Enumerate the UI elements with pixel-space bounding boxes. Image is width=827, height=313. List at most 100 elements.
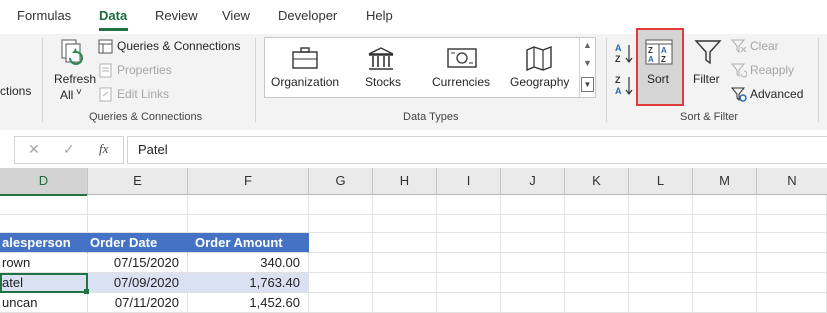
empty-cell[interactable]	[373, 215, 437, 233]
empty-cell[interactable]	[629, 253, 693, 273]
more-icon[interactable]: ▼	[581, 77, 594, 92]
column-header-n[interactable]: N	[757, 168, 827, 195]
chevron-down-icon[interactable]: ▼	[583, 58, 592, 68]
empty-cell[interactable]	[501, 215, 565, 233]
ribbon-truncated-label[interactable]: ctions	[0, 84, 31, 98]
sort-z-to-a-button[interactable]: Z A	[614, 74, 634, 96]
empty-cell[interactable]	[757, 273, 827, 293]
table-cell[interactable]: 1,452.60	[188, 293, 309, 313]
currencies-button[interactable]: Currencies	[427, 42, 497, 92]
empty-cell[interactable]	[501, 293, 565, 313]
tab-data[interactable]: Data	[99, 8, 127, 23]
empty-cell[interactable]	[437, 253, 501, 273]
empty-cell[interactable]	[0, 215, 88, 233]
sort-a-to-z-button[interactable]: A Z	[614, 42, 634, 64]
chevron-up-icon[interactable]: ▲	[583, 40, 592, 50]
empty-cell[interactable]	[188, 195, 309, 215]
tab-developer[interactable]: Developer	[278, 8, 337, 23]
properties-button[interactable]: Properties	[98, 62, 188, 80]
empty-cell[interactable]	[309, 215, 373, 233]
table-cell[interactable]: 07/15/2020	[88, 253, 188, 273]
empty-cell[interactable]	[437, 195, 501, 215]
empty-cell[interactable]	[629, 195, 693, 215]
table-cell[interactable]: 340.00	[188, 253, 309, 273]
empty-cell[interactable]	[757, 195, 827, 215]
insert-function-icon[interactable]: fx	[99, 141, 108, 157]
table-cell[interactable]: rown	[0, 253, 88, 273]
column-header-f[interactable]: F	[188, 168, 309, 195]
column-header-k[interactable]: K	[565, 168, 629, 195]
empty-cell[interactable]	[501, 195, 565, 215]
organization-button[interactable]: Organization	[269, 42, 343, 92]
table-header-salesperson[interactable]: alesperson	[0, 233, 88, 253]
empty-cell[interactable]	[373, 253, 437, 273]
empty-cell[interactable]	[565, 215, 629, 233]
queries-connections-button[interactable]: Queries & Connections	[98, 38, 244, 56]
column-header-h[interactable]: H	[373, 168, 437, 195]
empty-cell[interactable]	[188, 215, 309, 233]
table-header-order-amount[interactable]: Order Amount	[188, 233, 309, 253]
empty-cell[interactable]	[437, 273, 501, 293]
empty-cell[interactable]	[501, 273, 565, 293]
empty-cell[interactable]	[565, 195, 629, 215]
empty-cell[interactable]	[373, 233, 437, 253]
empty-cell[interactable]	[629, 215, 693, 233]
tab-help[interactable]: Help	[366, 8, 393, 23]
empty-cell[interactable]	[565, 233, 629, 253]
sort-button[interactable]: Z A A Z Sort	[636, 28, 684, 106]
table-header-order-date[interactable]: Order Date	[88, 233, 188, 253]
cancel-icon[interactable]: ✕	[28, 141, 40, 158]
table-cell[interactable]: 1,763.40	[188, 273, 309, 293]
tab-view[interactable]: View	[222, 8, 250, 23]
empty-cell[interactable]	[757, 233, 827, 253]
formula-input[interactable]: Patel	[127, 136, 827, 164]
empty-cell[interactable]	[565, 253, 629, 273]
empty-cell[interactable]	[88, 195, 188, 215]
column-header-l[interactable]: L	[629, 168, 693, 195]
empty-cell[interactable]	[693, 195, 757, 215]
table-cell[interactable]: 07/09/2020	[88, 273, 188, 293]
reapply-button[interactable]: Reapply	[731, 61, 811, 79]
empty-cell[interactable]	[501, 233, 565, 253]
column-header-e[interactable]: E	[88, 168, 188, 195]
empty-cell[interactable]	[565, 273, 629, 293]
enter-icon[interactable]: ✓	[63, 141, 75, 158]
empty-cell[interactable]	[757, 293, 827, 313]
column-header-d[interactable]: D	[0, 168, 88, 196]
empty-cell[interactable]	[693, 253, 757, 273]
empty-cell[interactable]	[88, 215, 188, 233]
empty-cell[interactable]	[693, 233, 757, 253]
empty-cell[interactable]	[437, 233, 501, 253]
empty-cell[interactable]	[565, 293, 629, 313]
empty-cell[interactable]	[757, 253, 827, 273]
empty-cell[interactable]	[437, 293, 501, 313]
clear-filter-button[interactable]: Clear	[731, 37, 801, 55]
empty-cell[interactable]	[373, 195, 437, 215]
column-header-m[interactable]: M	[693, 168, 757, 195]
column-header-j[interactable]: J	[501, 168, 565, 195]
stocks-button[interactable]: Stocks	[355, 42, 409, 92]
advanced-filter-button[interactable]: Advanced	[731, 85, 817, 103]
selected-cell[interactable]: atel	[0, 273, 88, 293]
column-header-i[interactable]: I	[437, 168, 501, 195]
tab-review[interactable]: Review	[155, 8, 198, 23]
empty-cell[interactable]	[629, 273, 693, 293]
column-header-g[interactable]: G	[309, 168, 373, 195]
empty-cell[interactable]	[309, 253, 373, 273]
table-cell[interactable]: uncan	[0, 293, 88, 313]
empty-cell[interactable]	[629, 293, 693, 313]
table-cell[interactable]: 07/11/2020	[88, 293, 188, 313]
empty-cell[interactable]	[693, 215, 757, 233]
empty-cell[interactable]	[309, 195, 373, 215]
empty-cell[interactable]	[373, 273, 437, 293]
empty-cell[interactable]	[309, 273, 373, 293]
empty-cell[interactable]	[309, 233, 373, 253]
filter-button[interactable]: Filter	[692, 36, 724, 92]
empty-cell[interactable]	[309, 293, 373, 313]
empty-cell[interactable]	[693, 273, 757, 293]
empty-cell[interactable]	[0, 195, 88, 215]
empty-cell[interactable]	[693, 293, 757, 313]
empty-cell[interactable]	[437, 215, 501, 233]
empty-cell[interactable]	[373, 293, 437, 313]
empty-cell[interactable]	[757, 215, 827, 233]
